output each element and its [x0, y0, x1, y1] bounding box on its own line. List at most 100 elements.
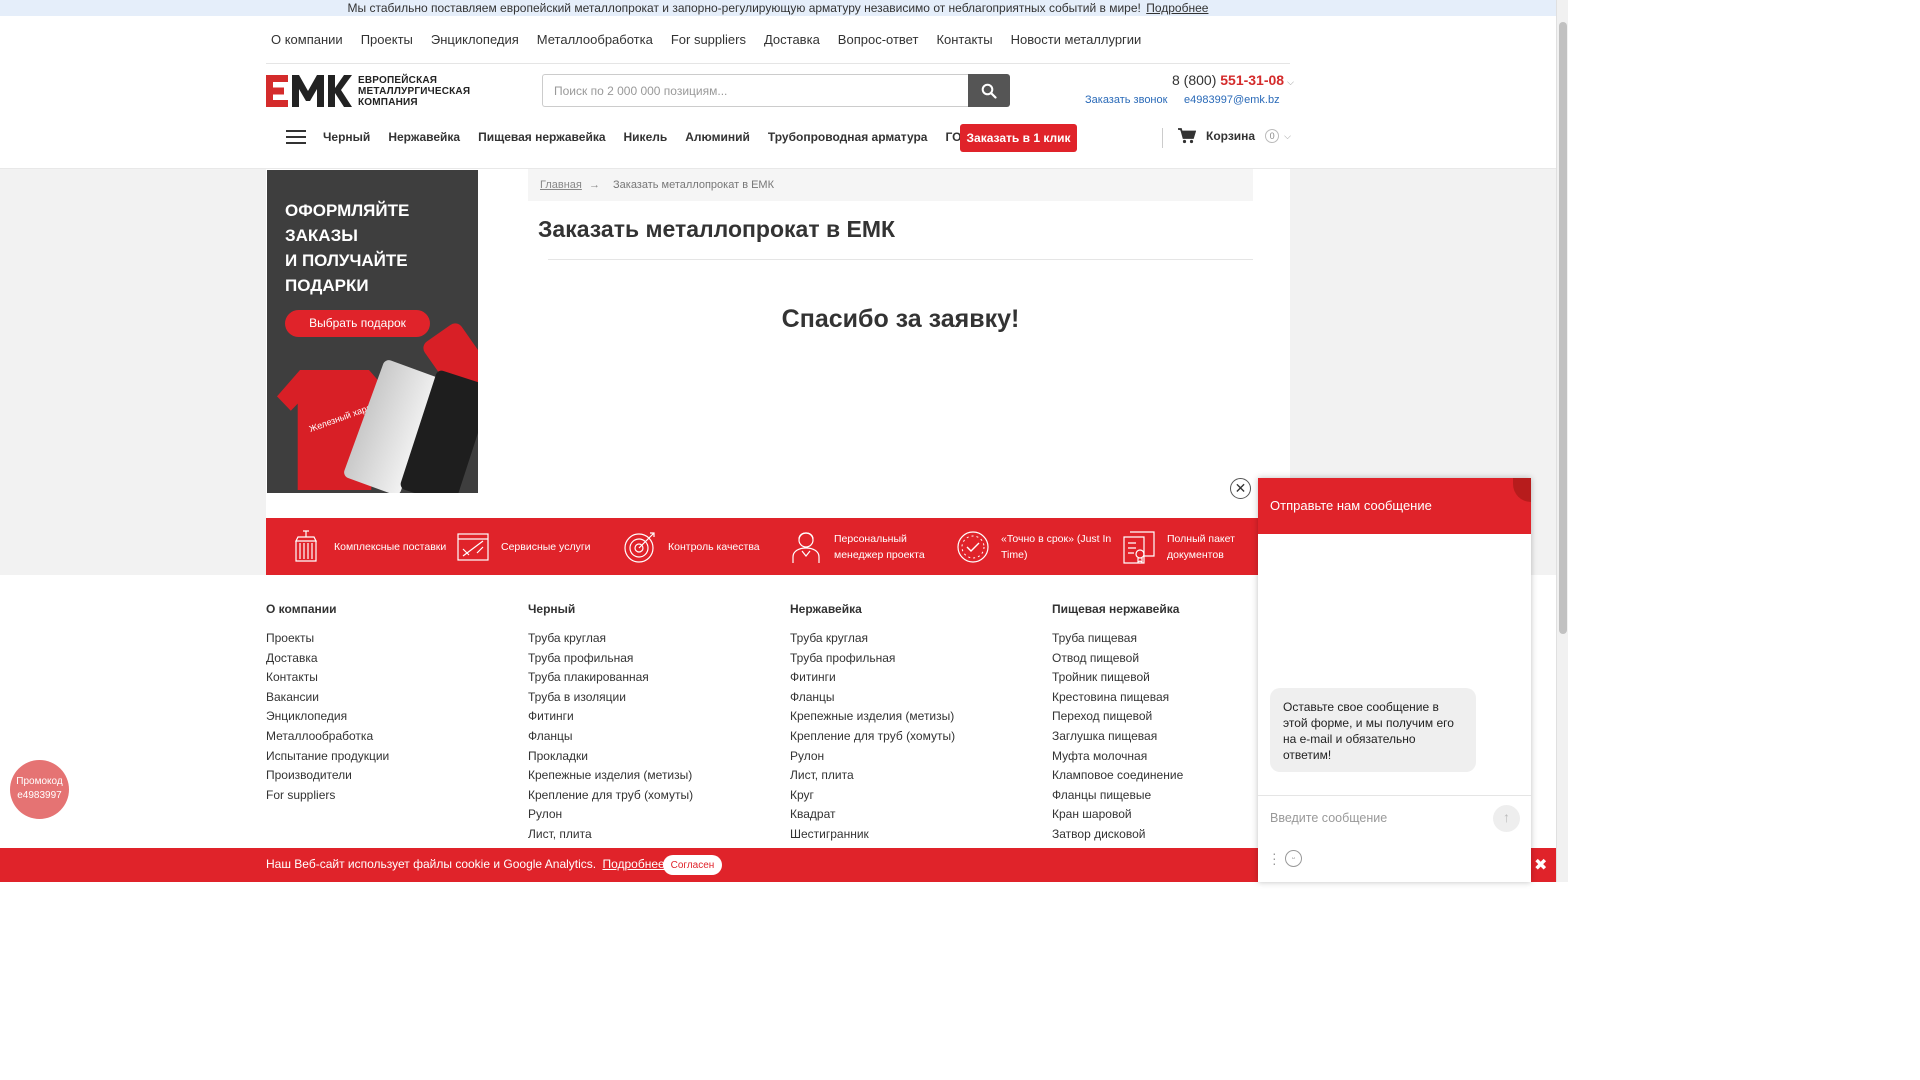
- footer-link[interactable]: Контакты: [266, 668, 389, 688]
- footer-link[interactable]: Крепление для труб (хомуты): [528, 786, 693, 806]
- chat-message-bubble: Оставьте свое сообщение в этой форме, и …: [1270, 688, 1476, 772]
- footer-link[interactable]: Труба в изоляции: [528, 688, 693, 708]
- footer-link[interactable]: Фитинги: [528, 707, 693, 727]
- footer-link[interactable]: Крестовина пищевая: [1052, 688, 1183, 708]
- category-food-stainless[interactable]: Пищевая нержавейка: [478, 124, 605, 150]
- footer-link[interactable]: Доставка: [266, 649, 389, 669]
- footer-link[interactable]: Крепежные изделия (метизы): [790, 707, 955, 727]
- footer-link[interactable]: Кран шаровой: [1052, 805, 1183, 825]
- top-info-more-link[interactable]: Подробнее: [1146, 1, 1208, 15]
- footer-link[interactable]: Муфта молочная: [1052, 747, 1183, 767]
- scrollbar-thumb[interactable]: [1559, 22, 1567, 634]
- category-pipeline-valves[interactable]: Трубопроводная арматура: [768, 124, 928, 150]
- close-icon[interactable]: ✖: [1534, 855, 1547, 875]
- footer-link[interactable]: Рулон: [528, 805, 693, 825]
- footer-link[interactable]: Затвор дисковой: [1052, 825, 1183, 845]
- topnav-contacts[interactable]: Контакты: [927, 32, 1001, 48]
- documents-icon: [1123, 530, 1155, 564]
- chat-message-input[interactable]: [1270, 808, 1490, 828]
- banner-line-1: Оформляйте: [285, 201, 410, 220]
- search-button[interactable]: [968, 74, 1010, 107]
- footer-link[interactable]: Фланцы пищевые: [1052, 786, 1183, 806]
- footer-link[interactable]: Крепежные изделия (метизы): [528, 766, 693, 786]
- site-logo[interactable]: ЕВРОПЕЙСКАЯ МЕТАЛЛУРГИЧЕСКАЯ КОМПАНИЯ: [266, 74, 470, 108]
- footer-link[interactable]: Проекты: [266, 629, 389, 649]
- email-link[interactable]: e4983997@emk.bz: [1184, 94, 1280, 106]
- breadcrumb: Главная → Заказать металлопрокат в ЕМК: [528, 169, 1253, 201]
- footer-link[interactable]: Круг: [790, 786, 955, 806]
- page-scrollbar[interactable]: [1556, 0, 1568, 882]
- footer-link[interactable]: Шестигранник: [790, 825, 955, 845]
- feature-text: Сервисные услуги: [501, 540, 591, 553]
- footer-link[interactable]: Переход пищевой: [1052, 707, 1183, 727]
- footer-link[interactable]: Фланцы: [528, 727, 693, 747]
- cookie-agree-button[interactable]: Согласен: [663, 855, 722, 875]
- cart-widget[interactable]: Корзина 0 ⌵: [1178, 128, 1291, 144]
- search-input[interactable]: [542, 74, 968, 107]
- category-aluminium[interactable]: Алюминий: [685, 124, 750, 150]
- footer-link[interactable]: Фитинги: [790, 668, 955, 688]
- cart-count-badge: 0: [1265, 129, 1280, 143]
- footer-link[interactable]: Квадрат: [790, 805, 955, 825]
- footer-heading[interactable]: О компании: [266, 601, 389, 617]
- footer-link[interactable]: Труба круглая: [790, 629, 955, 649]
- footer-link[interactable]: Крепление для труб (хомуты): [790, 727, 955, 747]
- chevron-down-icon[interactable]: ⌵: [1287, 77, 1294, 87]
- footer-link[interactable]: Труба круглая: [528, 629, 693, 649]
- chat-title: Отправьте нам сообщение: [1270, 498, 1432, 513]
- footer-link[interactable]: Тройник пищевой: [1052, 668, 1183, 688]
- footer-link[interactable]: For suppliers: [266, 786, 389, 806]
- category-black[interactable]: Черный: [323, 124, 370, 150]
- footer-link[interactable]: Отвод пищевой: [1052, 649, 1183, 669]
- page-title: Заказать металлопрокат в ЕМК: [538, 216, 896, 242]
- order-one-click-button[interactable]: Заказать в 1 клик: [960, 124, 1077, 152]
- feature-complex-supply: Комплексные поставки: [288, 518, 449, 575]
- footer-link[interactable]: Энциклопедия: [266, 707, 389, 727]
- footer-link[interactable]: Кламповое соединение: [1052, 766, 1183, 786]
- topnav-projects[interactable]: Проекты: [352, 32, 422, 48]
- promo-code-badge[interactable]: Промокод e4983997: [10, 760, 69, 819]
- footer-link[interactable]: Лист, плита: [528, 825, 693, 845]
- footer-link[interactable]: Труба пищевая: [1052, 629, 1183, 649]
- footer-link[interactable]: Металлообработка: [266, 727, 389, 747]
- footer-link[interactable]: Рулон: [790, 747, 955, 767]
- topnav-suppliers[interactable]: For suppliers: [662, 32, 755, 48]
- topnav-faq[interactable]: Вопрос-ответ: [829, 32, 928, 48]
- emoji-icon[interactable]: ᵕ: [1285, 850, 1302, 867]
- send-icon[interactable]: ↑: [1493, 805, 1520, 832]
- footer-link[interactable]: Фланцы: [790, 688, 955, 708]
- footer-link[interactable]: Испытание продукции: [266, 747, 389, 767]
- footer-link[interactable]: Труба профильная: [790, 649, 955, 669]
- footer-link[interactable]: Лист, плита: [790, 766, 955, 786]
- choose-gift-button[interactable]: Выбрать подарок: [285, 310, 430, 337]
- footer-link[interactable]: Труба плакированная: [528, 668, 693, 688]
- more-options-icon[interactable]: · · ·: [1272, 846, 1277, 870]
- footer-link[interactable]: Заглушка пищевая: [1052, 727, 1183, 747]
- footer-heading[interactable]: Черный: [528, 601, 693, 617]
- topnav-metalworking[interactable]: Металлообработка: [528, 32, 662, 48]
- topnav-news[interactable]: Новости металлургии: [1002, 32, 1151, 48]
- breadcrumb-home[interactable]: Главная: [540, 179, 582, 191]
- breadcrumb-arrow: →: [588, 179, 600, 191]
- category-list: Черный Нержавейка Пищевая нержавейка Ник…: [323, 124, 995, 150]
- gift-promo-banner[interactable]: Оформляйте заказы и получайте подарки Вы…: [267, 170, 478, 493]
- topnav-about[interactable]: О компании: [266, 32, 352, 48]
- category-stainless[interactable]: Нержавейка: [388, 124, 460, 150]
- footer-link[interactable]: Прокладки: [528, 747, 693, 767]
- callback-link[interactable]: Заказать звонок: [1085, 94, 1167, 106]
- menu-icon[interactable]: [286, 130, 306, 146]
- footer-link[interactable]: Вакансии: [266, 688, 389, 708]
- topnav-encyclopedia[interactable]: Энциклопедия: [422, 32, 528, 48]
- category-nickel[interactable]: Никель: [624, 124, 668, 150]
- phone-number[interactable]: 8 (800) 551-31-08 ⌵: [1172, 72, 1294, 88]
- cookie-more-link[interactable]: Подробнее: [602, 857, 664, 871]
- footer-link[interactable]: Труба профильная: [528, 649, 693, 669]
- thanks-message: Спасибо за заявку!: [781, 305, 1020, 333]
- chat-close-icon[interactable]: ✕: [1230, 478, 1251, 499]
- footer-heading[interactable]: Нержавейка: [790, 601, 955, 617]
- banner-line-4: подарки: [285, 276, 369, 295]
- footer-heading[interactable]: Пищевая нержавейка: [1052, 601, 1183, 617]
- footer-link[interactable]: Производители: [266, 766, 389, 786]
- chat-divider: [1258, 795, 1531, 796]
- topnav-delivery[interactable]: Доставка: [755, 32, 829, 48]
